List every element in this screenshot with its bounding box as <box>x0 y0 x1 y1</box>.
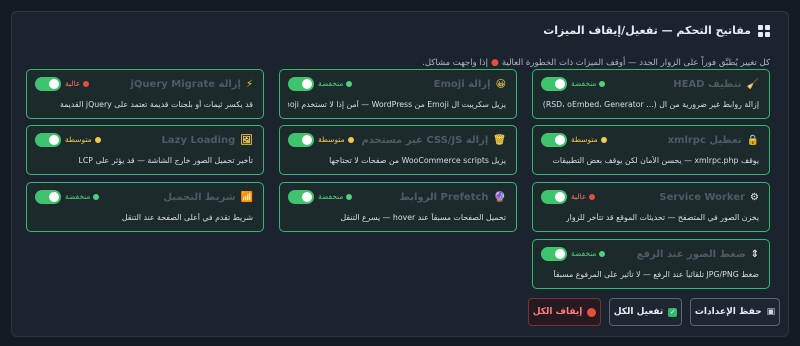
card-description: ضغط JPG/PNG تلقائياً عند الرفع — لا تأثي… <box>553 270 759 279</box>
card-description: يخزن الصور في المتصفح — تحديثات الموقع ق… <box>565 213 759 222</box>
broom-icon: 🧹 <box>746 79 759 90</box>
risk-badge: منخفضة <box>571 79 606 88</box>
emoji-icon: 😀 <box>495 79 506 90</box>
card-title: شريط التحميل <box>163 192 236 203</box>
card-image-compression: ⇕ ضغط الصور عند الرفع ضغط JPG/PNG تلقائيا… <box>532 239 770 289</box>
toggle-switch[interactable] <box>288 77 314 91</box>
card-head-cleanup: 🧹 تنظيف HEAD إزالة روابط غير ضرورية من ال… <box>532 69 770 119</box>
risk-badge: منخفضة <box>571 249 606 258</box>
risk-badge: منخفضة <box>65 192 100 201</box>
toggle-switch[interactable] <box>541 247 567 261</box>
panel-title: مفاتيح التحكم — تفعيل/إيقاف الميزات <box>543 24 751 37</box>
card-emoji: 😀 إزالة Emoji يزيل سكريبت ال Emoji من Wor… <box>279 69 517 119</box>
toggle-switch[interactable] <box>288 190 314 204</box>
card-title: ضغط الصور عند الرفع <box>636 249 746 260</box>
card-title: إزالة jQuery Migrate <box>130 79 241 90</box>
compress-icon: ⇕ <box>750 249 759 260</box>
risk-badge: متوسطة <box>318 135 354 144</box>
card-title: تنظيف HEAD <box>673 79 742 90</box>
card-description: قد يكسر ثيمات أو بلجنات قديمة تعتمد على … <box>59 100 253 109</box>
toggle-switch[interactable] <box>35 190 61 204</box>
card-title: Prefetch الروابط <box>399 192 489 203</box>
image-icon: 🖼 <box>240 135 253 146</box>
globe-icon: 🔮 <box>493 192 506 203</box>
risk-badge: متوسطة <box>571 135 607 144</box>
card-description: إزالة روابط غير ضرورية من ال (... RSD، o… <box>541 100 759 109</box>
card-progress-bar: 📶 شريط التحميل شريط تقدم في أعلى الصفحة ع… <box>26 182 264 232</box>
toggle-switch[interactable] <box>541 190 567 204</box>
card-lazy-loading: 🖼 Lazy Loading تأخير تحميل الصور خارج الش… <box>26 125 264 175</box>
card-title: إزالة Emoji <box>433 79 491 90</box>
gear-icon: ⚙ <box>750 192 759 203</box>
panel-header: مفاتيح التحكم — تفعيل/إيقاف الميزات <box>543 24 770 37</box>
card-unused-css-js: 🗑 إزالة CSS/JS غير مستخدم يزيل WooCommerc… <box>279 125 517 175</box>
save-icon: ▣ <box>766 307 776 317</box>
lock-icon: 🔒 <box>746 135 759 146</box>
toggle-switch[interactable] <box>35 133 61 147</box>
risk-badge: عالية <box>571 192 596 201</box>
card-description: يوقف xmlrpc.php — يحسن الأمان لكن يوقف ب… <box>552 156 759 165</box>
card-prefetch: 🔮 Prefetch الروابط تحميل الصفحات مسبقاً ع… <box>279 182 517 232</box>
risk-badge: منخفضة <box>318 79 353 88</box>
card-title: Lazy Loading <box>161 135 236 146</box>
check-icon: ✓ <box>668 307 678 317</box>
red-dot-icon: ● <box>490 58 499 68</box>
panel-subtitle: كل تغيير يُطبَّق فوراً على الزوار الجدد … <box>422 58 770 68</box>
grid-icon <box>758 24 770 37</box>
card-description: تأخير تحميل الصور خارج الشاشة — قد يؤثر … <box>78 156 254 165</box>
disable-all-button[interactable]: إيقاف الكل <box>528 298 601 326</box>
toggle-switch[interactable] <box>541 133 567 147</box>
toggle-switch[interactable] <box>288 133 314 147</box>
card-title: تعطيل xmlrpc <box>667 135 742 146</box>
card-xmlrpc: 🔒 تعطيل xmlrpc يوقف xmlrpc.php — يحسن الأ… <box>532 125 770 175</box>
risk-badge: متوسطة <box>65 135 101 144</box>
stop-icon <box>587 307 597 317</box>
card-description: يزيل WooCommerce scripts من صفحات لا تحت… <box>329 156 506 165</box>
card-title: إزالة CSS/JS غير مستخدم <box>361 135 489 146</box>
trash-icon: 🗑 <box>493 135 506 146</box>
chart-icon: 📶 <box>240 192 253 203</box>
risk-badge: عالية <box>65 79 90 88</box>
card-jquery-migrate: ⚡ إزالة jQuery Migrate قد يكسر ثيمات أو ب… <box>26 69 264 119</box>
toggle-switch[interactable] <box>35 77 61 91</box>
card-description: تحميل الصفحات مسبقاً عند hover — يسرع ال… <box>340 213 506 222</box>
card-description: شريط تقدم في أعلى الصفحة عند التنقل <box>121 213 253 222</box>
lightning-icon: ⚡ <box>245 79 253 90</box>
card-service-worker: ⚙ Service Worker يخزن الصور في المتصفح — … <box>532 182 770 232</box>
save-settings-button[interactable]: ▣ حفظ الإعدادات <box>690 298 780 326</box>
risk-badge: منخفضة <box>318 192 353 201</box>
card-description: يزيل سكريبت ال Emoji من WordPress — آمن … <box>288 100 506 109</box>
card-title: Service Worker <box>659 192 746 203</box>
toggle-switch[interactable] <box>541 77 567 91</box>
enable-all-button[interactable]: ✓ تفعيل الكل <box>609 298 682 326</box>
